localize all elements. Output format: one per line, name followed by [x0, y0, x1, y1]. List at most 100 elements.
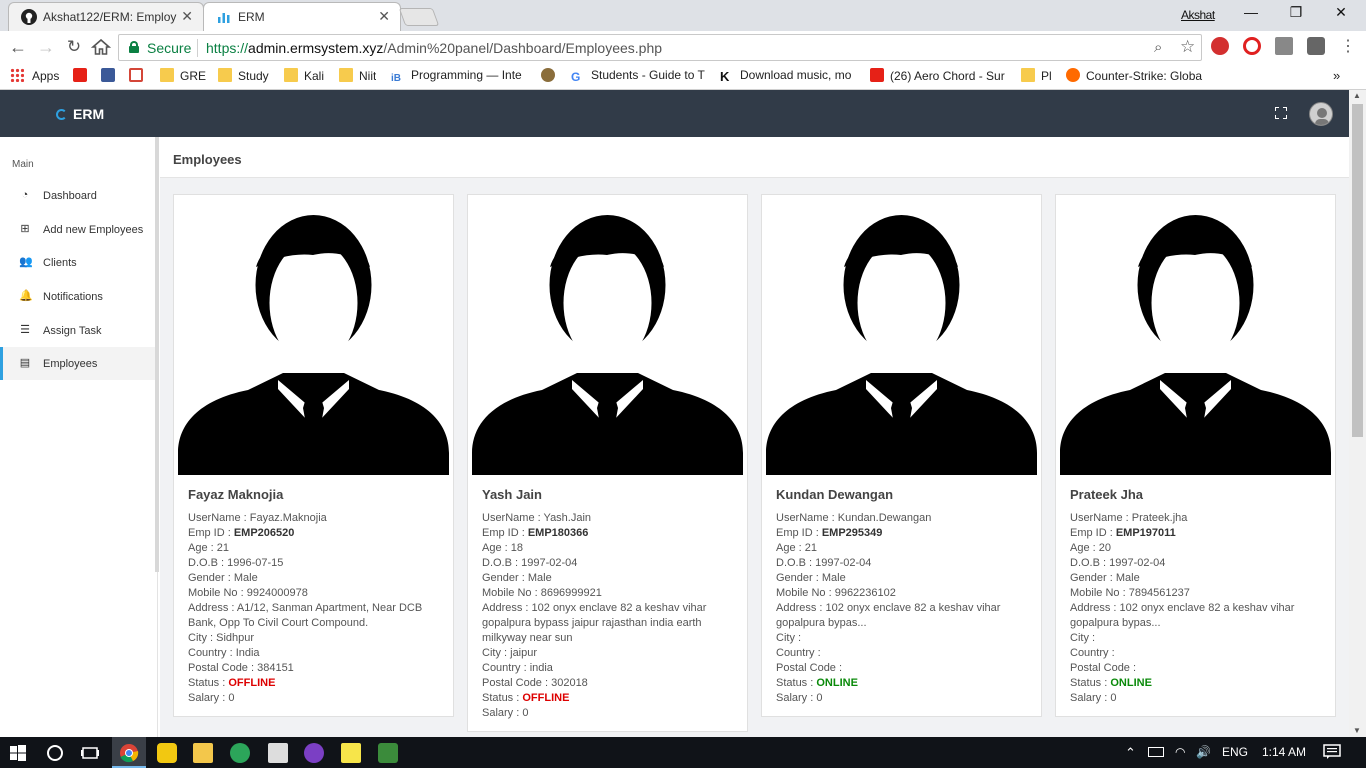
- scrollbar-thumb[interactable]: [1352, 104, 1363, 437]
- url-text[interactable]: https://admin.ermsystem.xyz/Admin%20pane…: [206, 40, 662, 56]
- chrome-menu-icon[interactable]: ⋮: [1337, 36, 1359, 58]
- maximize-icon[interactable]: ❐: [1281, 4, 1311, 24]
- app-icon[interactable]: [304, 743, 324, 763]
- bookmark-aero-chord[interactable]: (26) Aero Chord - Sur: [870, 68, 1006, 86]
- zoom-search-icon[interactable]: ⌕: [1154, 39, 1162, 56]
- tab-github[interactable]: Akshat122/ERM: Employ ✕: [8, 2, 204, 31]
- cortana-icon[interactable]: [45, 743, 65, 763]
- windows-start-icon[interactable]: [10, 745, 26, 761]
- window-close-icon[interactable]: ✕: [1326, 4, 1356, 24]
- minimize-icon[interactable]: —: [1236, 4, 1266, 24]
- action-center-icon[interactable]: [1323, 744, 1341, 760]
- bookmark-star-icon[interactable]: ☆: [1180, 37, 1195, 57]
- sidebar-item-employees[interactable]: ▤ Employees: [0, 347, 158, 380]
- detail-value: Male: [527, 572, 552, 584]
- folder-icon: [284, 68, 298, 82]
- bookmark-pl[interactable]: Pl: [1021, 68, 1052, 86]
- tab-close-icon[interactable]: ✕: [181, 8, 193, 25]
- detail-value: Fayaz.Maknojia: [249, 512, 327, 524]
- detail-salary: Salary : 0: [482, 706, 738, 721]
- reload-icon[interactable]: ↻: [63, 36, 85, 58]
- adblock-icon[interactable]: [1211, 37, 1229, 55]
- new-tab-button[interactable]: [398, 8, 440, 26]
- detail-postal: Postal Code :: [1070, 661, 1326, 676]
- detail-label: UserName :: [188, 512, 250, 524]
- profile-name[interactable]: Akshat: [1181, 8, 1215, 22]
- address-bar[interactable]: Secure https://admin.ermsystem.xyz/Admin…: [118, 34, 1202, 61]
- detail-value: Kundan.Dewangan: [837, 512, 932, 524]
- bookmark-youtube[interactable]: [73, 68, 93, 86]
- employee-name: Kundan Dewangan: [776, 487, 894, 502]
- bookmark-niit[interactable]: Niit: [339, 68, 376, 86]
- facebook-icon: [101, 68, 115, 82]
- page-scrollbar[interactable]: ▲ ▼: [1349, 90, 1366, 737]
- bookmarks-overflow-icon[interactable]: »: [1333, 68, 1340, 86]
- bookmark-apps[interactable]: Apps: [10, 68, 59, 86]
- taskbar-clock[interactable]: 1:14 AM: [1262, 745, 1306, 759]
- forward-arrow-icon[interactable]: →: [35, 36, 57, 58]
- volume-icon[interactable]: 🔊: [1196, 745, 1211, 759]
- detail-address: Address : 102 onyx enclave 82 a keshav v…: [776, 601, 1032, 631]
- apps-grid-icon: [10, 68, 24, 82]
- tab-close-icon[interactable]: ✕: [378, 8, 390, 25]
- bookmark-gre[interactable]: GRE: [160, 68, 206, 86]
- detail-value: 0: [816, 692, 823, 704]
- task-view-icon[interactable]: [80, 743, 100, 763]
- bookmark-study[interactable]: Study: [218, 68, 269, 86]
- detail-gender: Gender : Male: [482, 571, 738, 586]
- bookmark-shield[interactable]: [541, 68, 561, 86]
- fullscreen-icon[interactable]: [1275, 107, 1287, 119]
- tray-overflow-icon[interactable]: ⌃: [1125, 745, 1136, 761]
- bookmark-kali[interactable]: Kali: [284, 68, 324, 86]
- wifi-icon[interactable]: ◠: [1175, 745, 1185, 759]
- back-arrow-icon[interactable]: ←: [7, 36, 29, 58]
- k-icon: K: [720, 70, 734, 84]
- detail-label: Status :: [188, 677, 229, 689]
- bookmark-facebook[interactable]: [101, 68, 121, 86]
- sidebar-item-dashboard[interactable]: ◔ Dashboard: [0, 179, 158, 212]
- bookmark-programming[interactable]: iB Programming — Inte: [391, 68, 529, 86]
- app-icon[interactable]: [157, 743, 177, 763]
- taskbar-chrome-active[interactable]: [112, 737, 146, 768]
- bookmark-gmail[interactable]: [129, 68, 149, 86]
- app-icon[interactable]: [378, 743, 398, 763]
- detail-age: Age : 21: [776, 541, 1032, 556]
- detail-label: Mobile No :: [482, 587, 541, 599]
- calculator-icon[interactable]: [268, 743, 288, 763]
- scroll-down-icon[interactable]: ▼: [1353, 726, 1361, 735]
- detail-label: Salary :: [1070, 692, 1111, 704]
- bookmark-counter-strike[interactable]: Counter-Strike: Globa: [1066, 68, 1204, 86]
- file-explorer-icon[interactable]: [193, 743, 213, 763]
- sidebar-item-label: Assign Task: [43, 325, 102, 337]
- detail-label: Country :: [482, 662, 530, 674]
- scroll-up-icon[interactable]: ▲: [1353, 91, 1361, 100]
- detail-label: Salary :: [482, 707, 523, 719]
- sidebar-item-add-employees[interactable]: ⊞ Add new Employees: [0, 213, 158, 246]
- detail-emp-id: Emp ID : EMP295349: [776, 526, 1032, 541]
- sidebar-item-clients[interactable]: 👥 Clients: [0, 246, 158, 279]
- detail-username: UserName : Kundan.Dewangan: [776, 511, 1032, 526]
- home-icon[interactable]: [91, 38, 111, 56]
- detail-value: Yash.Jain: [543, 512, 592, 524]
- battery-icon[interactable]: [1148, 747, 1164, 757]
- sidebar-item-notifications[interactable]: 🔔 Notifications: [0, 280, 158, 313]
- language-indicator[interactable]: ENG: [1222, 745, 1248, 759]
- detail-mobile: Mobile No : 7894561237: [1070, 586, 1326, 601]
- brand-logo[interactable]: ERM: [56, 106, 104, 122]
- bookmark-download-music[interactable]: K Download music, mo: [720, 68, 856, 86]
- bookmark-students[interactable]: G Students - Guide to T: [571, 68, 707, 86]
- detail-value: OFFLINE: [522, 692, 570, 704]
- sidebar-item-assign-task[interactable]: ☰ Assign Task: [0, 314, 158, 347]
- sidebar-scrollbar[interactable]: [155, 137, 159, 572]
- extension-icon[interactable]: [1275, 37, 1293, 55]
- tab-erm[interactable]: ERM ✕: [203, 2, 401, 31]
- avatar[interactable]: [1309, 102, 1333, 126]
- screenshot-extension-icon[interactable]: [1307, 37, 1325, 55]
- opera-icon[interactable]: [1243, 37, 1261, 55]
- detail-value: india: [529, 662, 553, 674]
- detail-label: UserName :: [482, 512, 544, 524]
- app-icon[interactable]: [230, 743, 250, 763]
- detail-label: City :: [776, 632, 802, 644]
- sticky-notes-icon[interactable]: [341, 743, 361, 763]
- detail-label: Address :: [188, 602, 237, 614]
